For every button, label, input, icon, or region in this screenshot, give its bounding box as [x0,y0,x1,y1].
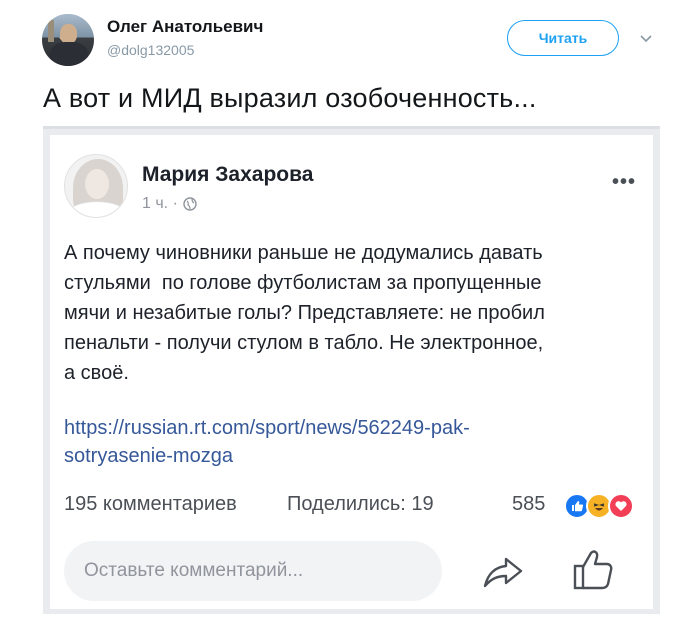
globe-icon [183,197,197,211]
share-icon[interactable] [482,551,524,591]
comment-input[interactable]: Оставьте комментарий... [64,541,442,601]
embedded-post: Мария Захарова 1 ч. · ••• А почему чинов… [50,135,653,609]
tweet-author-name[interactable]: Олег Анатольевич [107,17,263,37]
more-icon[interactable]: ••• [612,171,636,194]
tweet-author-handle[interactable]: @dolg132005 [107,42,194,58]
tweet-text: А вот и МИД выразил озобоченность... [43,83,537,113]
post-time-text: 1 ч. · [142,195,178,212]
post-body-line: мячи и незабитые голы? Представляете: не… [64,302,545,324]
embedded-author-avatar[interactable] [64,154,128,218]
post-body-line: А почему чиновники раньше не додумались … [64,242,543,264]
chevron-down-icon[interactable] [638,30,654,46]
thumbs-up-icon[interactable] [572,547,614,591]
reactions-summary[interactable] [564,493,634,519]
shares-count[interactable]: Поделились: 19 [287,493,434,516]
follow-button[interactable]: Читать [507,20,619,56]
post-link[interactable]: https://russian.rt.com/sport/news/562249… [64,414,649,470]
embedded-author-name[interactable]: Мария Захарова [142,163,313,187]
post-body-line: пенальти - получи стулом в табло. Не эле… [64,332,544,354]
post-timestamp[interactable]: 1 ч. · [142,195,197,213]
post-body-line: а своё. [64,362,129,384]
post-body-line: стульями по голове футболистам за пропущ… [64,272,542,294]
post-body: А почему чиновники раньше не додумались … [64,238,649,388]
author-avatar[interactable] [42,14,94,66]
post-link-line[interactable]: https://russian.rt.com/sport/news/562249… [64,414,649,442]
comments-count[interactable]: 195 комментариев [64,493,237,516]
love-reaction-icon [608,493,634,519]
reactions-count[interactable]: 585 [512,493,545,516]
post-link-line[interactable]: sotryasenie-mozga [64,442,649,470]
embedded-post-card: Мария Захарова 1 ч. · ••• А почему чинов… [43,126,660,614]
